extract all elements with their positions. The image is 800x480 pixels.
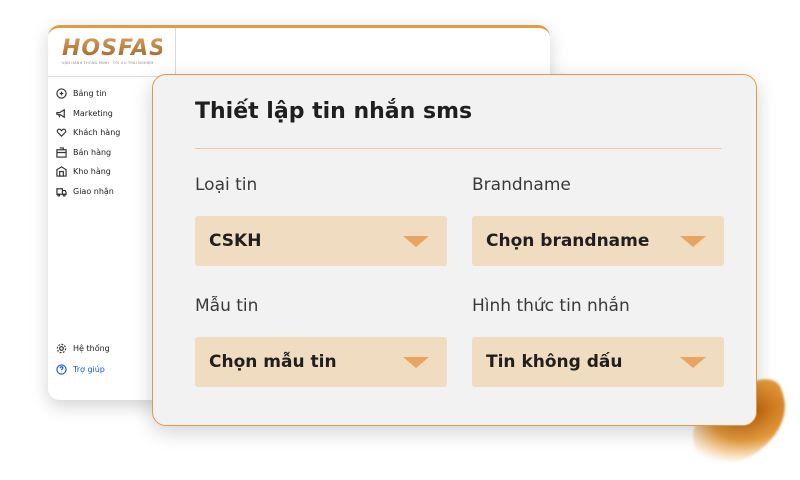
gear-icon xyxy=(56,343,67,354)
sidebar-item-label: Marketing xyxy=(73,108,113,118)
heart-hand-icon xyxy=(56,128,67,138)
sidebar-nav: Bảng tin Marketing Khách hàng Bán hàng K… xyxy=(56,84,120,201)
brandname-value: Chọn brandname xyxy=(486,231,650,251)
sidebar-item-ban-hang[interactable]: Bán hàng xyxy=(56,143,120,163)
message-format-label: Hình thức tin nhắn xyxy=(472,296,630,316)
sidebar-item-label: Giao nhận xyxy=(73,186,114,196)
dialog-title: Thiết lập tin nhắn sms xyxy=(195,99,473,124)
sidebar-item-he-thong[interactable]: Hệ thống xyxy=(56,338,110,359)
logo-tagline: VẬN HÀNH THÔNG MINH · TỐI ƯU TRẢI NGHIỆM xyxy=(62,61,154,65)
template-value: Chọn mẫu tin xyxy=(209,352,337,372)
message-format-value: Tin không dấu xyxy=(486,352,623,372)
sidebar-item-label: Bán hàng xyxy=(73,147,112,157)
template-select[interactable]: Chọn mẫu tin xyxy=(195,337,447,387)
sidebar-item-kho-hang[interactable]: Kho hàng xyxy=(56,162,120,182)
chevron-down-icon xyxy=(680,236,706,247)
brandname-label: Brandname xyxy=(472,175,571,195)
message-format-select[interactable]: Tin không dấu xyxy=(472,337,724,387)
sms-settings-dialog: Thiết lập tin nhắn sms Loại tin CSKH Bra… xyxy=(152,74,757,426)
shop-icon xyxy=(56,147,67,158)
title-divider xyxy=(195,148,722,149)
message-type-value: CSKH xyxy=(209,231,262,251)
sidebar-item-bang-tin[interactable]: Bảng tin xyxy=(56,84,120,104)
sidebar-bottom-nav: Hệ thống Trợ giúp xyxy=(56,338,110,380)
sidebar-item-label: Bảng tin xyxy=(73,89,107,99)
logo-text: HOSFAST xyxy=(62,36,183,61)
help-icon xyxy=(56,364,67,375)
template-label: Mẫu tin xyxy=(195,296,259,316)
chevron-down-icon xyxy=(403,236,429,247)
sidebar-item-label: Kho hàng xyxy=(73,167,111,177)
message-type-select[interactable]: CSKH xyxy=(195,216,447,266)
message-type-label: Loại tin xyxy=(195,175,258,195)
sidebar-item-label: Hệ thống xyxy=(73,344,110,353)
sidebar-item-label: Khách hàng xyxy=(73,128,121,138)
megaphone-icon xyxy=(56,108,65,118)
brand-logo: HOSFAST VẬN HÀNH THÔNG MINH · TỐI ƯU TRẢ… xyxy=(62,36,183,66)
sidebar-item-marketing[interactable]: Marketing xyxy=(56,104,120,124)
warehouse-icon xyxy=(56,166,67,177)
brandname-select[interactable]: Chọn brandname xyxy=(472,216,724,266)
chevron-down-icon xyxy=(680,357,706,368)
sidebar-item-khach-hang[interactable]: Khách hàng xyxy=(56,123,120,143)
sidebar-item-giao-nhan[interactable]: Giao nhận xyxy=(56,182,120,202)
dashboard-icon xyxy=(56,88,67,99)
truck-icon xyxy=(56,187,67,197)
sidebar-item-tro-giup[interactable]: Trợ giúp xyxy=(56,359,110,380)
chevron-down-icon xyxy=(403,357,429,368)
sidebar-item-label: Trợ giúp xyxy=(73,365,105,374)
